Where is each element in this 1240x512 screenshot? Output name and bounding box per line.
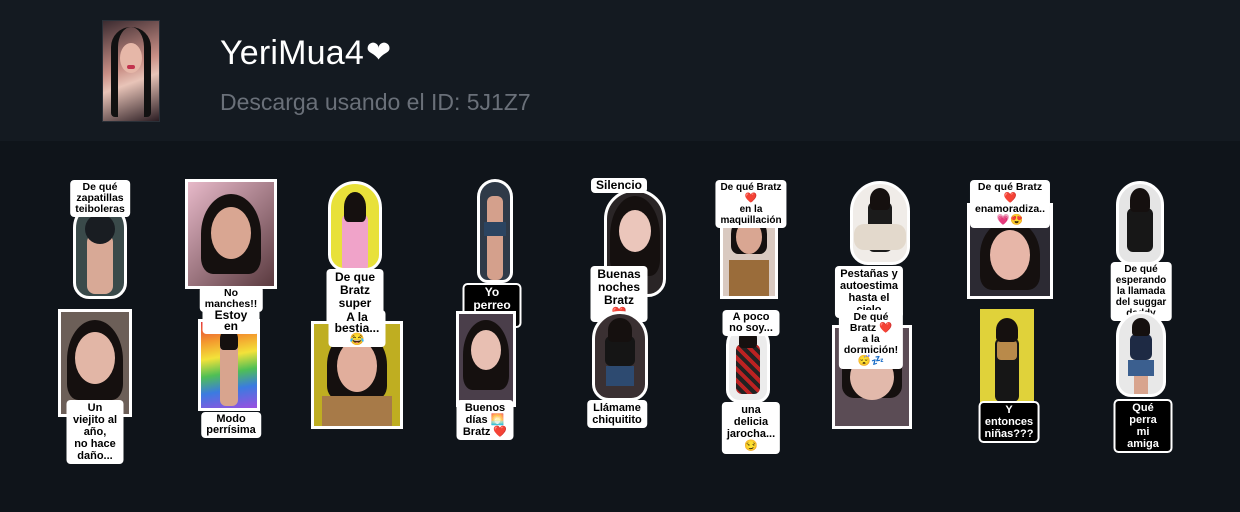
sticker-item[interactable]: De qué Bratz ❤️ en la maquillación: [696, 179, 806, 304]
pack-title: YeriMua4 ❤: [220, 33, 391, 73]
sticker-caption-bottom: una delicia jarocha... 😏: [722, 403, 780, 453]
sticker-caption-bottom: Buenos días 🌅 Bratz ❤️: [457, 401, 513, 439]
sticker-image: [185, 179, 277, 289]
sticker-caption-bottom: Un viejito al año, no hace daño...: [67, 401, 123, 463]
sticker-caption-top: Silencio: [591, 179, 647, 192]
sticker-image: [980, 309, 1034, 405]
sticker-caption-top: Estoy en: [203, 309, 259, 333]
sticker-caption-top: De qué Bratz ❤️ a la dormición! 😴💤: [839, 311, 903, 368]
sticker-caption-top: De qué zapatillas teiboleras: [71, 181, 129, 216]
sticker-grid: De qué zapatillas teiboleras No manches!…: [0, 141, 1240, 512]
pack-header: YeriMua4 ❤ Descarga usando el ID: 5J1Z7: [0, 0, 1240, 141]
sticker-image: [328, 181, 382, 271]
sticker-item[interactable]: De qué zapatillas teiboleras: [45, 179, 155, 304]
sticker-item[interactable]: De qué Bratz ❤️ enamoradiza.. 💗😍: [955, 179, 1065, 304]
sticker-item[interactable]: No manches!!: [176, 179, 286, 311]
sticker-item[interactable]: Un viejito al año, no hace daño...: [40, 309, 150, 463]
sticker-caption-top: De qué Bratz ❤️ enamoradiza.. 💗😍: [970, 181, 1050, 227]
sticker-item[interactable]: Estoy en Modo perrísima: [176, 309, 286, 437]
sticker-caption-bottom: Y entonces niñas???: [980, 403, 1038, 441]
sticker-image: [726, 323, 770, 403]
sticker-image: [592, 311, 648, 401]
sticker-item[interactable]: Qué perra mi amiga: [1088, 309, 1198, 451]
heart-icon: ❤: [366, 36, 392, 69]
sticker-item[interactable]: Silencio Buenas noches Bratz ❤️: [564, 179, 674, 321]
sticker-caption-bottom: Modo perrísima: [202, 413, 260, 437]
pack-title-text: YeriMua4: [220, 34, 364, 72]
sticker-item[interactable]: De qué esperando la llamada del suggar d…: [1086, 179, 1196, 320]
sticker-image: [456, 311, 516, 407]
avatar-lip: [127, 65, 135, 69]
sticker-item[interactable]: De que Bratz super virgen: [300, 179, 410, 324]
sticker-item[interactable]: Llámame chiquitito: [562, 309, 672, 434]
sticker-caption-bottom: Qué perra mi amiga: [1115, 401, 1171, 451]
sticker-caption-top: De qué Bratz ❤️ en la maquillación: [716, 181, 786, 227]
sticker-item[interactable]: A poco no soy... una delicia jarocha... …: [696, 309, 806, 453]
sticker-caption-top: A la bestia... 😂: [329, 311, 385, 346]
pack-avatar[interactable]: [102, 20, 160, 122]
pack-download-id: Descarga usando el ID: 5J1Z7: [220, 89, 531, 115]
sticker-image: [1116, 311, 1166, 397]
sticker-item[interactable]: De qué Bratz ❤️ a la dormición! 😴💤: [816, 309, 926, 434]
sticker-item[interactable]: Y entonces niñas???: [954, 309, 1064, 441]
sticker-image: [850, 181, 910, 265]
sticker-item[interactable]: Pestañas y autoestima hasta el cielo: [814, 179, 924, 317]
sticker-caption-top: A poco no soy...: [723, 311, 779, 335]
sticker-item[interactable]: A la bestia... 😂: [302, 309, 412, 434]
sticker-image: [477, 179, 513, 283]
sticker-caption-bottom: Llámame chiquitito: [588, 401, 646, 427]
sticker-item[interactable]: Yo perreo sola...: [437, 179, 547, 326]
sticker-item[interactable]: Buenos días 🌅 Bratz ❤️: [430, 309, 540, 439]
sticker-image: [1116, 181, 1164, 265]
